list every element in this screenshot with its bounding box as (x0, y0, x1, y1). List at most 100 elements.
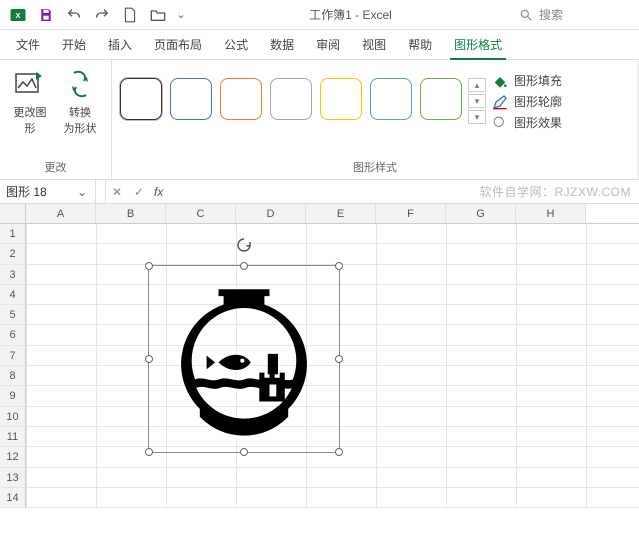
shape-outline-label: 图形轮廓 (514, 93, 562, 110)
row-header-14[interactable]: 14 (0, 488, 26, 508)
column-header-E[interactable]: E (306, 204, 376, 223)
worksheet-grid[interactable]: ABCDEFGH 1234567891011121314 (0, 204, 639, 508)
shape-fill-label: 图形填充 (514, 72, 562, 89)
resize-handle-t[interactable] (240, 262, 248, 270)
cancel-icon[interactable]: ✕ (106, 185, 128, 199)
new-file-icon[interactable] (118, 3, 142, 27)
name-box-value: 图形 18 (6, 183, 71, 200)
tab-help[interactable]: 帮助 (398, 30, 442, 59)
row-header-10[interactable]: 10 (0, 407, 26, 427)
window-title: 工作簿1 - Excel (192, 6, 509, 23)
shape-style-gallery[interactable] (120, 66, 462, 120)
excel-app-icon: X (6, 3, 30, 27)
row-header-1[interactable]: 1 (0, 224, 26, 244)
watermark-text: 软件自学网：RJZXW.COM (480, 183, 639, 200)
shape-style-preset-2[interactable] (220, 78, 262, 120)
effects-icon (492, 115, 508, 131)
column-header-G[interactable]: G (446, 204, 516, 223)
column-headers: ABCDEFGH (0, 204, 639, 224)
row-header-6[interactable]: 6 (0, 325, 26, 345)
search-placeholder: 搜索 (539, 6, 563, 23)
row-header-13[interactable]: 13 (0, 468, 26, 488)
paint-bucket-icon (492, 73, 508, 89)
resize-handle-bl[interactable] (145, 448, 153, 456)
shape-style-preset-5[interactable] (370, 78, 412, 120)
shape-fill-button[interactable]: 图形填充 (492, 72, 580, 89)
qat-overflow-icon[interactable]: ⌄ (174, 3, 188, 27)
convert-to-shape-label: 转换 为形状 (64, 107, 97, 135)
shape-style-preset-1[interactable] (170, 78, 212, 120)
select-all-corner[interactable] (0, 204, 26, 223)
search-box[interactable]: 搜索 (513, 6, 633, 23)
resize-handle-l[interactable] (145, 355, 153, 363)
row-header-11[interactable]: 11 (0, 427, 26, 447)
gallery-scroll-up-icon[interactable]: ▴ (468, 78, 486, 92)
shape-style-preset-4[interactable] (320, 78, 362, 120)
column-header-A[interactable]: A (26, 204, 96, 223)
row-13-cells[interactable] (26, 468, 639, 488)
convert-to-shape-button[interactable]: 转换 为形状 (58, 66, 102, 136)
tab-data[interactable]: 数据 (260, 30, 304, 59)
convert-to-shape-icon (62, 66, 98, 102)
ribbon-group-change: 更改图 形 转换 为形状 更改 (0, 60, 112, 179)
selected-shape[interactable] (148, 265, 340, 453)
shape-style-preset-0[interactable] (120, 78, 162, 120)
row-header-9[interactable]: 9 (0, 386, 26, 406)
column-header-H[interactable]: H (516, 204, 586, 223)
change-graphic-button[interactable]: 更改图 形 (8, 66, 52, 136)
gallery-expand-icon[interactable]: ▾ (468, 110, 486, 124)
formula-bar: 图形 18 ⌄ ✕ ✓ fx 软件自学网：RJZXW.COM (0, 180, 639, 204)
tab-insert[interactable]: 插入 (98, 30, 142, 59)
formula-bar-separator (96, 180, 106, 203)
row-2-cells[interactable] (26, 244, 639, 264)
row-header-4[interactable]: 4 (0, 285, 26, 305)
row-14-cells[interactable] (26, 488, 639, 508)
redo-icon[interactable] (90, 3, 114, 27)
fx-icon[interactable]: fx (150, 185, 167, 199)
tab-page-layout[interactable]: 页面布局 (144, 30, 212, 59)
enter-icon[interactable]: ✓ (128, 185, 150, 199)
formula-input-area[interactable]: ✕ ✓ fx 软件自学网：RJZXW.COM (106, 180, 639, 203)
search-icon (519, 8, 533, 22)
row-1-cells[interactable] (26, 224, 639, 244)
resize-handle-br[interactable] (335, 448, 343, 456)
row-header-5[interactable]: 5 (0, 305, 26, 325)
row-header-7[interactable]: 7 (0, 346, 26, 366)
row-header-3[interactable]: 3 (0, 265, 26, 285)
column-header-D[interactable]: D (236, 204, 306, 223)
shape-outline-button[interactable]: 图形轮廓 (492, 93, 580, 110)
gallery-scroll[interactable]: ▴ ▾ ▾ (468, 66, 486, 124)
tab-shape-format[interactable]: 图形格式 (444, 30, 512, 59)
gallery-scroll-down-icon[interactable]: ▾ (468, 94, 486, 108)
change-graphic-label: 更改图 形 (14, 107, 47, 135)
row-header-8[interactable]: 8 (0, 366, 26, 386)
ribbon-tabs: 文件 开始 插入 页面布局 公式 数据 审阅 视图 帮助 图形格式 (0, 30, 639, 60)
change-graphic-icon (12, 66, 48, 102)
column-header-C[interactable]: C (166, 204, 236, 223)
resize-handle-b[interactable] (240, 448, 248, 456)
name-box-dropdown-icon[interactable]: ⌄ (75, 185, 89, 199)
shape-effects-button[interactable]: 图形效果 (492, 114, 580, 131)
column-header-F[interactable]: F (376, 204, 446, 223)
tab-view[interactable]: 视图 (352, 30, 396, 59)
tab-formulas[interactable]: 公式 (214, 30, 258, 59)
row-header-2[interactable]: 2 (0, 244, 26, 264)
save-icon[interactable] (34, 3, 58, 27)
column-header-B[interactable]: B (96, 204, 166, 223)
tab-home[interactable]: 开始 (52, 30, 96, 59)
shape-style-preset-3[interactable] (270, 78, 312, 120)
row-header-12[interactable]: 12 (0, 447, 26, 467)
shape-style-preset-6[interactable] (420, 78, 462, 120)
undo-icon[interactable] (62, 3, 86, 27)
shape-effects-label: 图形效果 (514, 114, 562, 131)
ribbon-group-change-label: 更改 (8, 157, 103, 177)
rotation-handle-icon[interactable] (235, 236, 253, 254)
tab-file[interactable]: 文件 (6, 30, 50, 59)
resize-handle-tr[interactable] (335, 262, 343, 270)
resize-handle-tl[interactable] (145, 262, 153, 270)
ribbon-group-shape-styles: ▴ ▾ ▾ 图形填充 图形轮廓 图形效果 图形样式 (112, 60, 639, 179)
resize-handle-r[interactable] (335, 355, 343, 363)
tab-review[interactable]: 审阅 (306, 30, 350, 59)
open-folder-icon[interactable] (146, 3, 170, 27)
name-box[interactable]: 图形 18 ⌄ (0, 180, 96, 203)
